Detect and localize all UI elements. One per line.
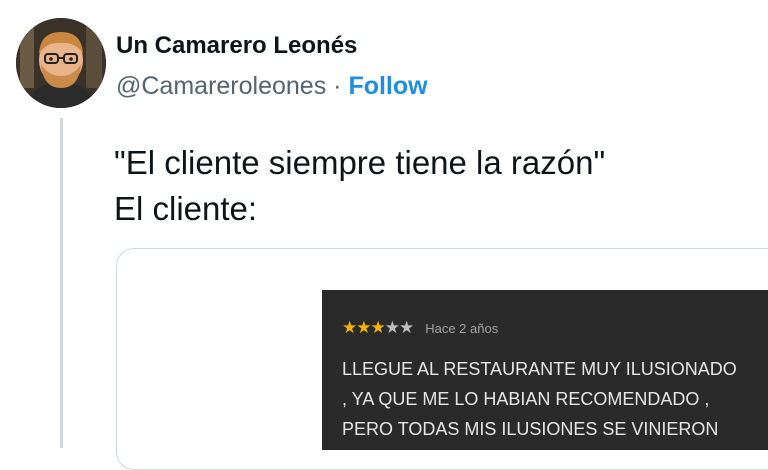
author-handle[interactable]: @Camareroleones (116, 72, 326, 100)
tweet-text-line: El cliente: (114, 190, 258, 227)
tweet-text-line: "El cliente siempre tiene la razón" (114, 144, 606, 181)
review-header: ★★★★★ Hace 2 años (342, 318, 498, 338)
rating-stars-icon: ★★★★★ (342, 318, 415, 338)
avatar-image (16, 18, 106, 108)
review-text-line: , YA QUE ME LO HABIAN RECOMENDADO , (342, 389, 710, 409)
avatar[interactable] (16, 18, 106, 108)
tweet-text: "El cliente siempre tiene la razón" El c… (114, 140, 605, 232)
review-screenshot: ★★★★★ Hace 2 años LLEGUE AL RESTAURANTE … (322, 290, 768, 450)
author-handle-row: @Camareroleones · Follow (116, 72, 428, 101)
star-empty-icon: ★★ (384, 318, 415, 337)
review-text: LLEGUE AL RESTAURANTE MUY ILUSIONADO , Y… (342, 354, 737, 444)
author-display-name[interactable]: Un Camarero Leonés (116, 32, 357, 60)
review-text-line: LLEGUE AL RESTAURANTE MUY ILUSIONADO (342, 359, 737, 379)
follow-button[interactable]: Follow (348, 72, 427, 100)
thread-line (60, 118, 63, 448)
separator-dot: · (333, 72, 342, 100)
review-text-line: PERO TODAS MIS ILUSIONES SE VINIERON (342, 419, 719, 439)
review-date: Hace 2 años (425, 320, 499, 336)
star-filled-icon: ★★★ (342, 318, 386, 337)
